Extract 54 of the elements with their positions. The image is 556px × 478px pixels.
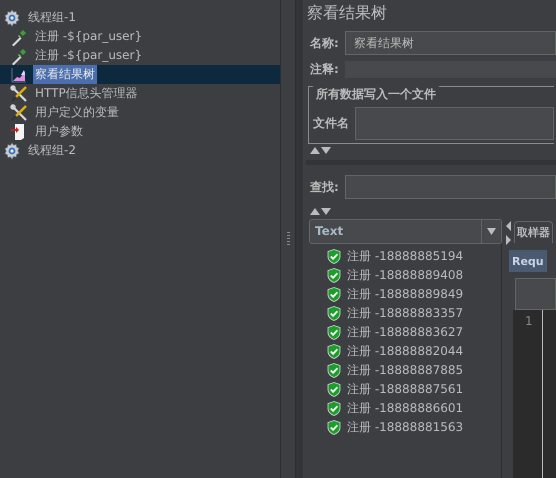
result-item[interactable]: 注册 -18888889849: [347, 286, 464, 303]
renderer-dropdown[interactable]: Text: [309, 219, 502, 244]
result-item[interactable]: 注册 -18888887561: [347, 381, 464, 398]
caret-icon: [487, 228, 496, 235]
tree-row[interactable]: 线程组-2: [0, 141, 280, 160]
search-label: 查找:: [310, 178, 339, 196]
shield-check-icon: [327, 249, 341, 264]
shield-check-icon: [327, 287, 341, 302]
comment-label: 注释:: [309, 61, 339, 78]
file-label: 文件名: [313, 115, 349, 132]
panel-title: 察看结果树: [306, 2, 388, 24]
shield-check-icon: [327, 325, 341, 340]
result-item[interactable]: 注册 -18888887885: [347, 362, 464, 379]
request-tab[interactable]: Requ: [509, 250, 547, 272]
shield-check-icon: [327, 382, 341, 397]
tools-icon: [10, 104, 28, 122]
search-field[interactable]: [344, 175, 556, 199]
scroll-arrows-icon[interactable]: [506, 221, 511, 245]
collapse-arrows-icon[interactable]: [310, 207, 332, 215]
name-label: 名称:: [308, 34, 339, 52]
gear-icon: [3, 8, 21, 26]
tree-row[interactable]: 线程组-1: [0, 8, 280, 27]
shield-check-icon: [327, 344, 341, 359]
collapse-arrows-icon[interactable]: [310, 146, 332, 154]
dropper-icon: [10, 28, 28, 46]
tree-row[interactable]: 注册 -${par_user}: [0, 27, 280, 46]
result-item[interactable]: 注册 -18888883357: [347, 305, 464, 322]
result-item[interactable]: 注册 -18888881563: [347, 419, 464, 436]
group-title: 所有数据写入一个文件: [313, 86, 439, 103]
file-field[interactable]: [355, 107, 554, 140]
result-item[interactable]: 注册 -18888883627: [347, 324, 464, 341]
line-number: 1: [525, 314, 533, 328]
tools-icon: [10, 84, 28, 102]
shield-check-icon: [327, 420, 341, 435]
shield-check-icon: [327, 306, 341, 321]
tree-row[interactable]: 用户定义的变量: [0, 103, 280, 122]
result-item[interactable]: 注册 -18888882044: [347, 343, 464, 360]
dropper-icon: [10, 46, 28, 64]
tree-row[interactable]: 注册 -${par_user}: [0, 46, 280, 65]
shield-check-icon: [327, 401, 341, 416]
chart-icon: [10, 66, 28, 84]
shield-check-icon: [327, 363, 341, 378]
sampler-result-tab[interactable]: 取样器: [514, 221, 553, 243]
result-item[interactable]: 注册 -18888886601: [347, 400, 464, 417]
tree-row[interactable]: 察看结果树: [0, 65, 280, 84]
shield-check-icon: [327, 268, 341, 283]
gear-icon: [3, 142, 21, 160]
tree-row[interactable]: HTTP信息头管理器: [0, 84, 280, 103]
splitter-handle[interactable]: [286, 232, 290, 246]
dropdown-button[interactable]: [481, 220, 501, 243]
result-item[interactable]: 注册 -18888885194: [347, 248, 464, 265]
tree-row[interactable]: 用户参数: [0, 122, 280, 141]
name-field[interactable]: 察看结果树: [344, 31, 556, 55]
result-item[interactable]: 注册 -18888889408: [347, 267, 464, 284]
